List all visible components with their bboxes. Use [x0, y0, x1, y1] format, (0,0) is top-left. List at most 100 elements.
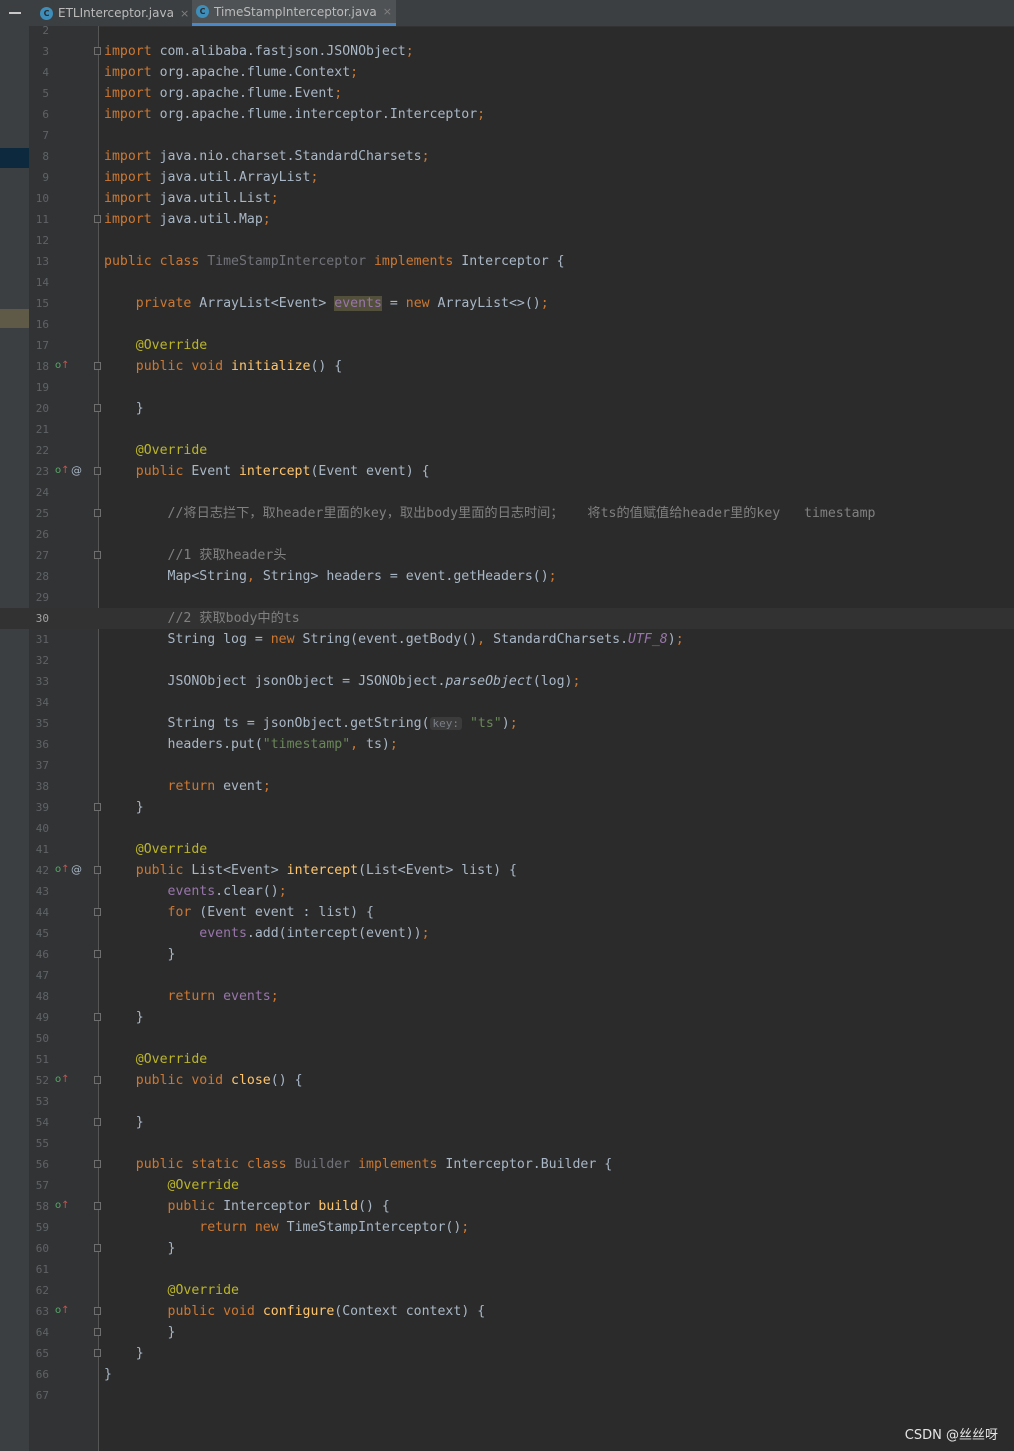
- project-minimize-icon[interactable]: [9, 12, 21, 14]
- close-icon[interactable]: ×: [383, 5, 392, 18]
- code-line[interactable]: 13 public class TimeStampInterceptor impl…: [0, 251, 1014, 272]
- code-line[interactable]: 45 events.add(intercept(event));: [0, 923, 1014, 944]
- code-line[interactable]: 30 //2 获取body中的ts: [0, 608, 1014, 629]
- fold-marker-icon[interactable]: [94, 47, 101, 55]
- fold-marker-icon[interactable]: [94, 509, 101, 517]
- code-line[interactable]: 62 @Override: [0, 1280, 1014, 1301]
- code-line[interactable]: 36 headers.put("timestamp", ts);: [0, 734, 1014, 755]
- code-line[interactable]: 18 o↑ public void initialize() {: [0, 356, 1014, 377]
- code-line[interactable]: 50: [0, 1028, 1014, 1049]
- code-line[interactable]: 11 import java.util.Map;: [0, 209, 1014, 230]
- fold-marker-icon[interactable]: [94, 1160, 101, 1168]
- code-line[interactable]: 59 return new TimeStampInterceptor();: [0, 1217, 1014, 1238]
- code-line[interactable]: 61: [0, 1259, 1014, 1280]
- override-method-icon[interactable]: o↑: [55, 1074, 70, 1086]
- code-line[interactable]: 17 @Override: [0, 335, 1014, 356]
- code-line[interactable]: 14: [0, 272, 1014, 293]
- code-line[interactable]: 53: [0, 1091, 1014, 1112]
- code-line[interactable]: 22 @Override: [0, 440, 1014, 461]
- code-line[interactable]: 55: [0, 1133, 1014, 1154]
- code-line[interactable]: 5 import org.apache.flume.Event;: [0, 83, 1014, 104]
- fold-marker-icon[interactable]: [94, 950, 101, 958]
- code-line[interactable]: 48 return events;: [0, 986, 1014, 1007]
- annotation-icon[interactable]: @: [71, 863, 82, 877]
- code-token: new: [270, 632, 303, 647]
- code-line[interactable]: 16: [0, 314, 1014, 335]
- code-line[interactable]: 9 import java.util.ArrayList;: [0, 167, 1014, 188]
- code-line[interactable]: 20 }: [0, 398, 1014, 419]
- annotation-icon[interactable]: @: [71, 464, 82, 478]
- code-line[interactable]: 15 private ArrayList<Event> events = new…: [0, 293, 1014, 314]
- code-line[interactable]: 31 String log = new String(event.getBody…: [0, 629, 1014, 650]
- code-line[interactable]: 4 import org.apache.flume.Context;: [0, 62, 1014, 83]
- code-line[interactable]: 29: [0, 587, 1014, 608]
- code-line[interactable]: 35 String ts = jsonObject.getString(key:…: [0, 713, 1014, 734]
- code-line[interactable]: 2: [0, 20, 1014, 41]
- code-line[interactable]: 65 }: [0, 1343, 1014, 1364]
- fold-marker-icon[interactable]: [94, 908, 101, 916]
- fold-marker-icon[interactable]: [94, 1118, 101, 1126]
- code-line[interactable]: 24: [0, 482, 1014, 503]
- code-line[interactable]: 43 events.clear();: [0, 881, 1014, 902]
- close-icon[interactable]: ×: [180, 7, 189, 20]
- fold-marker-icon[interactable]: [94, 467, 101, 475]
- fold-marker-icon[interactable]: [94, 1013, 101, 1021]
- code-line[interactable]: 56 public static class Builder implement…: [0, 1154, 1014, 1175]
- code-line[interactable]: 38 return event;: [0, 776, 1014, 797]
- code-line[interactable]: 37: [0, 755, 1014, 776]
- code-line[interactable]: 7: [0, 125, 1014, 146]
- fold-marker-icon[interactable]: [94, 404, 101, 412]
- code-line[interactable]: 19: [0, 377, 1014, 398]
- code-line[interactable]: 60 }: [0, 1238, 1014, 1259]
- code-line[interactable]: 32: [0, 650, 1014, 671]
- code-line[interactable]: 52 o↑ public void close() {: [0, 1070, 1014, 1091]
- fold-marker-icon[interactable]: [94, 1328, 101, 1336]
- code-token: }: [104, 1325, 176, 1340]
- code-line[interactable]: 42 o↑ @ public List<Event> intercept(List<…: [0, 860, 1014, 881]
- fold-marker-icon[interactable]: [94, 1307, 101, 1315]
- code-line[interactable]: 47: [0, 965, 1014, 986]
- override-method-icon[interactable]: o↑: [55, 1305, 70, 1317]
- code-line[interactable]: 26: [0, 524, 1014, 545]
- fold-marker-icon[interactable]: [94, 362, 101, 370]
- code-line[interactable]: 58 o↑ public Interceptor build() {: [0, 1196, 1014, 1217]
- code-line[interactable]: 67: [0, 1385, 1014, 1406]
- code-line[interactable]: 54 }: [0, 1112, 1014, 1133]
- fold-marker-icon[interactable]: [94, 215, 101, 223]
- code-line[interactable]: 51 @Override: [0, 1049, 1014, 1070]
- code-line[interactable]: 57 @Override: [0, 1175, 1014, 1196]
- code-line[interactable]: 12: [0, 230, 1014, 251]
- fold-marker-icon[interactable]: [94, 1202, 101, 1210]
- fold-marker-icon[interactable]: [94, 1349, 101, 1357]
- fold-marker-icon[interactable]: [94, 803, 101, 811]
- code-line[interactable]: 39 }: [0, 797, 1014, 818]
- override-method-icon[interactable]: o↑: [55, 1200, 70, 1212]
- code-line[interactable]: 64 }: [0, 1322, 1014, 1343]
- code-line[interactable]: 27 //1 获取header头: [0, 545, 1014, 566]
- code-line[interactable]: 46 }: [0, 944, 1014, 965]
- code-text: events.clear();: [104, 881, 287, 902]
- code-line[interactable]: 40: [0, 818, 1014, 839]
- code-line[interactable]: 10 import java.util.List;: [0, 188, 1014, 209]
- code-line[interactable]: 25 //将日志拦下，取header里面的key，取出body里面的日志时间； …: [0, 503, 1014, 524]
- fold-marker-icon[interactable]: [94, 1076, 101, 1084]
- fold-marker-icon[interactable]: [94, 866, 101, 874]
- code-line[interactable]: 44 for (Event event : list) {: [0, 902, 1014, 923]
- code-line[interactable]: 34: [0, 692, 1014, 713]
- override-method-icon[interactable]: o↑: [55, 864, 70, 876]
- code-line[interactable]: 41 @Override: [0, 839, 1014, 860]
- code-line[interactable]: 8 import java.nio.charset.StandardCharset…: [0, 146, 1014, 167]
- override-method-icon[interactable]: o↑: [55, 465, 70, 477]
- fold-marker-icon[interactable]: [94, 1244, 101, 1252]
- code-line[interactable]: 21: [0, 419, 1014, 440]
- code-line[interactable]: 49 }: [0, 1007, 1014, 1028]
- code-line[interactable]: 66}: [0, 1364, 1014, 1385]
- code-line[interactable]: 6 import org.apache.flume.interceptor.Int…: [0, 104, 1014, 125]
- code-line[interactable]: 28 Map<String, String> headers = event.g…: [0, 566, 1014, 587]
- code-line[interactable]: 3 import com.alibaba.fastjson.JSONObject;: [0, 41, 1014, 62]
- override-method-icon[interactable]: o↑: [55, 360, 70, 372]
- fold-marker-icon[interactable]: [94, 551, 101, 559]
- code-line[interactable]: 33 JSONObject jsonObject = JSONObject.pa…: [0, 671, 1014, 692]
- code-line[interactable]: 63 o↑ public void configure(Context conte…: [0, 1301, 1014, 1322]
- code-line[interactable]: 23 o↑ @ public Event intercept(Event event…: [0, 461, 1014, 482]
